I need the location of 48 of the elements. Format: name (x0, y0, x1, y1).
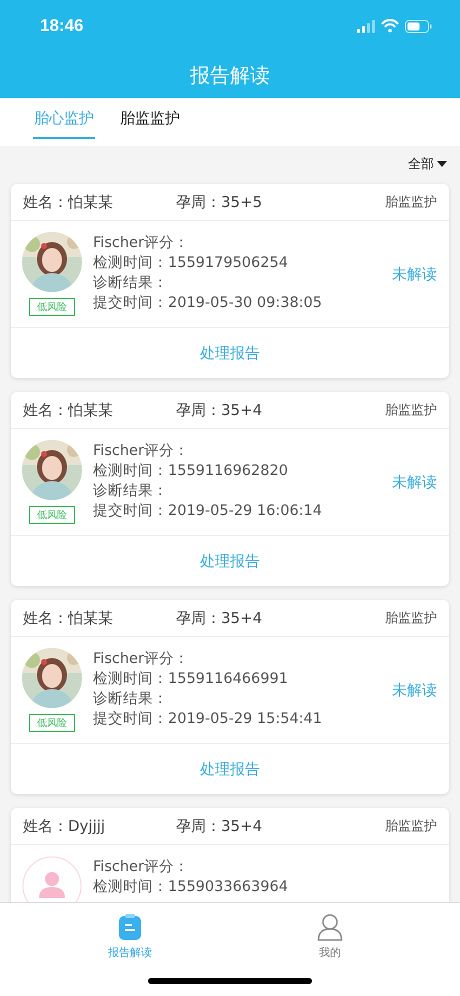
report-field: 诊断结果： (93, 689, 392, 709)
report-field: Fischer评分： (93, 857, 437, 877)
tab[interactable]: 胎心监护 (33, 98, 95, 139)
battery-icon (405, 20, 432, 32)
nav-item[interactable]: 我的 (285, 913, 375, 960)
wifi-icon (381, 19, 399, 33)
report-field: Fischer评分： (93, 649, 392, 669)
report-field: 诊断结果： (93, 481, 392, 501)
person-icon (317, 913, 343, 941)
patient-name: 姓名：怕某某 (23, 192, 114, 212)
process-report-button[interactable]: 处理报告 (192, 756, 268, 782)
signal-icon (357, 20, 375, 32)
patient-name: 姓名：怕某某 (23, 400, 114, 420)
read-status: 未解读 (392, 472, 437, 492)
report-field: 提交时间：2019-05-30 09:38:05 (93, 293, 392, 313)
patient-name: 姓名：怕某某 (23, 608, 114, 628)
process-report-button[interactable]: 处理报告 (192, 340, 268, 366)
report-field: 检测时间：1559033663964 (93, 877, 437, 897)
gestation-week: 孕周：35+5 (176, 192, 264, 212)
report-field: 检测时间：1559116962820 (93, 461, 392, 481)
report-field: 提交时间：2019-05-29 15:54:41 (93, 709, 392, 729)
filter-dropdown[interactable]: 全部 (408, 155, 447, 173)
report-field: 诊断结果： (93, 273, 392, 293)
report-field: Fischer评分： (93, 441, 392, 461)
patient-name: 姓名：Dyjjjj (23, 816, 106, 836)
clock-time: 18:46 (40, 16, 84, 36)
monitor-type: 胎监监护 (385, 402, 437, 419)
gestation-week: 孕周：35+4 (176, 400, 264, 420)
report-field: 提交时间：2019-05-29 16:06:14 (93, 501, 392, 521)
report-field: Fischer评分： (93, 233, 392, 253)
risk-tag: 低风险 (29, 298, 75, 316)
nav-item[interactable]: 报告解读 (85, 913, 175, 960)
monitor-type: 胎监监护 (385, 610, 437, 627)
read-status: 未解读 (392, 680, 437, 700)
monitor-type: 胎监监护 (385, 818, 437, 835)
clipboard-icon (117, 913, 143, 941)
report-field: 检测时间：1559116466991 (93, 669, 392, 689)
page-title: 报告解读 (190, 62, 270, 88)
read-status: 未解读 (392, 264, 437, 284)
gestation-week: 孕周：35+4 (176, 816, 264, 836)
risk-tag: 低风险 (29, 714, 75, 732)
caret-icon (437, 161, 447, 167)
gestation-week: 孕周：35+4 (176, 608, 264, 628)
report-field: 检测时间：1559179506254 (93, 253, 392, 273)
process-report-button[interactable]: 处理报告 (192, 548, 268, 574)
tab[interactable]: 胎监监护 (119, 98, 181, 139)
monitor-type: 胎监监护 (385, 194, 437, 211)
risk-tag: 低风险 (29, 506, 75, 524)
